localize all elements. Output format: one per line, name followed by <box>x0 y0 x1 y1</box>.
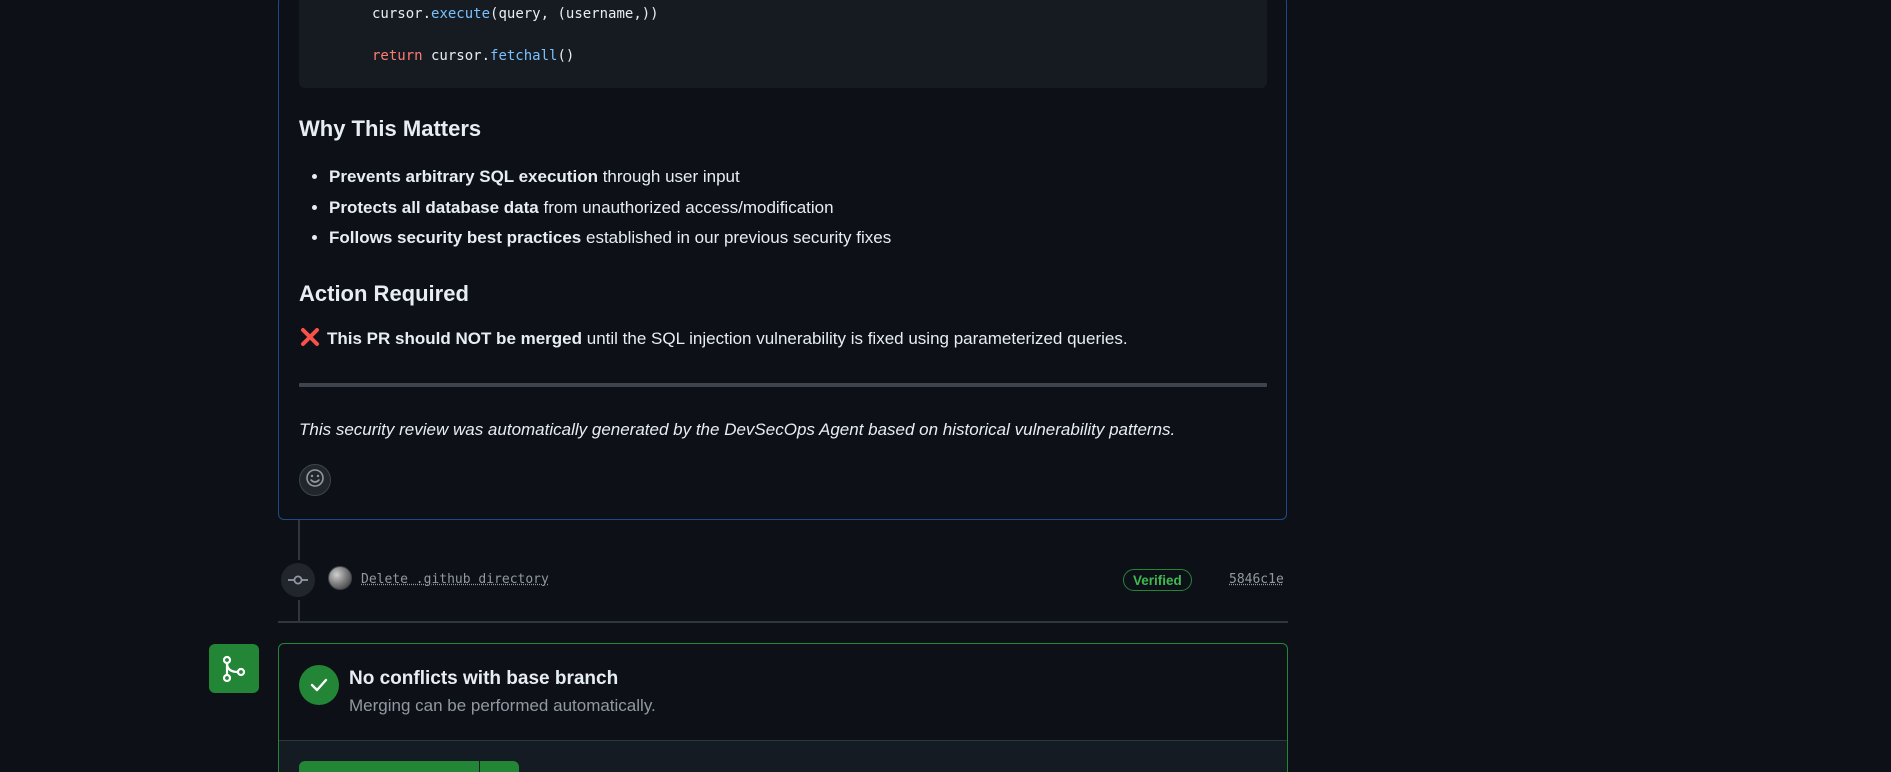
horizontal-rule <box>299 383 1267 387</box>
generated-note: This security review was automatically g… <box>299 420 1176 439</box>
merge-button[interactable] <box>299 761 479 772</box>
commit-sha-link[interactable]: 5846c1e <box>1229 572 1284 587</box>
git-merge-icon <box>209 644 259 693</box>
timeline-line <box>298 600 300 621</box>
pull-request-page: cursor.execute(query, (username,)) retur… <box>0 0 1891 772</box>
code-line: return cursor.fetchall() <box>372 48 575 64</box>
merge-status-box: No conflicts with base branch Merging ca… <box>278 643 1288 772</box>
list-item: Protects all database data from unauthor… <box>329 193 891 224</box>
merge-options-button[interactable] <box>480 761 519 772</box>
commit-message-link[interactable]: Delete .github directory <box>361 572 549 587</box>
action-heading: Action Required <box>299 281 469 306</box>
timeline-commit: Delete .github directory Verified 5846c1… <box>278 560 1288 600</box>
check-icon <box>299 665 339 705</box>
list-item: Follows security best practices establis… <box>329 223 891 254</box>
timeline-line <box>298 520 300 560</box>
git-commit-icon <box>281 563 315 597</box>
action-text: This PR should NOT be merged until the S… <box>299 326 1128 349</box>
why-list: Prevents arbitrary SQL execution through… <box>299 162 891 254</box>
avatar[interactable] <box>328 566 352 590</box>
code-block: cursor.execute(query, (username,)) retur… <box>299 0 1267 88</box>
review-comment: cursor.execute(query, (username,)) retur… <box>278 0 1287 520</box>
x-mark-icon <box>299 326 321 348</box>
merge-status-title: No conflicts with base branch <box>349 668 619 689</box>
add-reaction-button[interactable] <box>299 464 331 496</box>
verified-badge[interactable]: Verified <box>1123 569 1192 591</box>
list-item: Prevents arbitrary SQL execution through… <box>329 162 891 193</box>
code-line: cursor.execute(query, (username,)) <box>372 6 659 22</box>
timeline-divider <box>278 621 1288 623</box>
merge-status-subtitle: Merging can be performed automatically. <box>349 696 656 715</box>
why-heading: Why This Matters <box>299 116 482 141</box>
smiley-icon <box>305 468 325 493</box>
merge-actions <box>279 740 1287 772</box>
